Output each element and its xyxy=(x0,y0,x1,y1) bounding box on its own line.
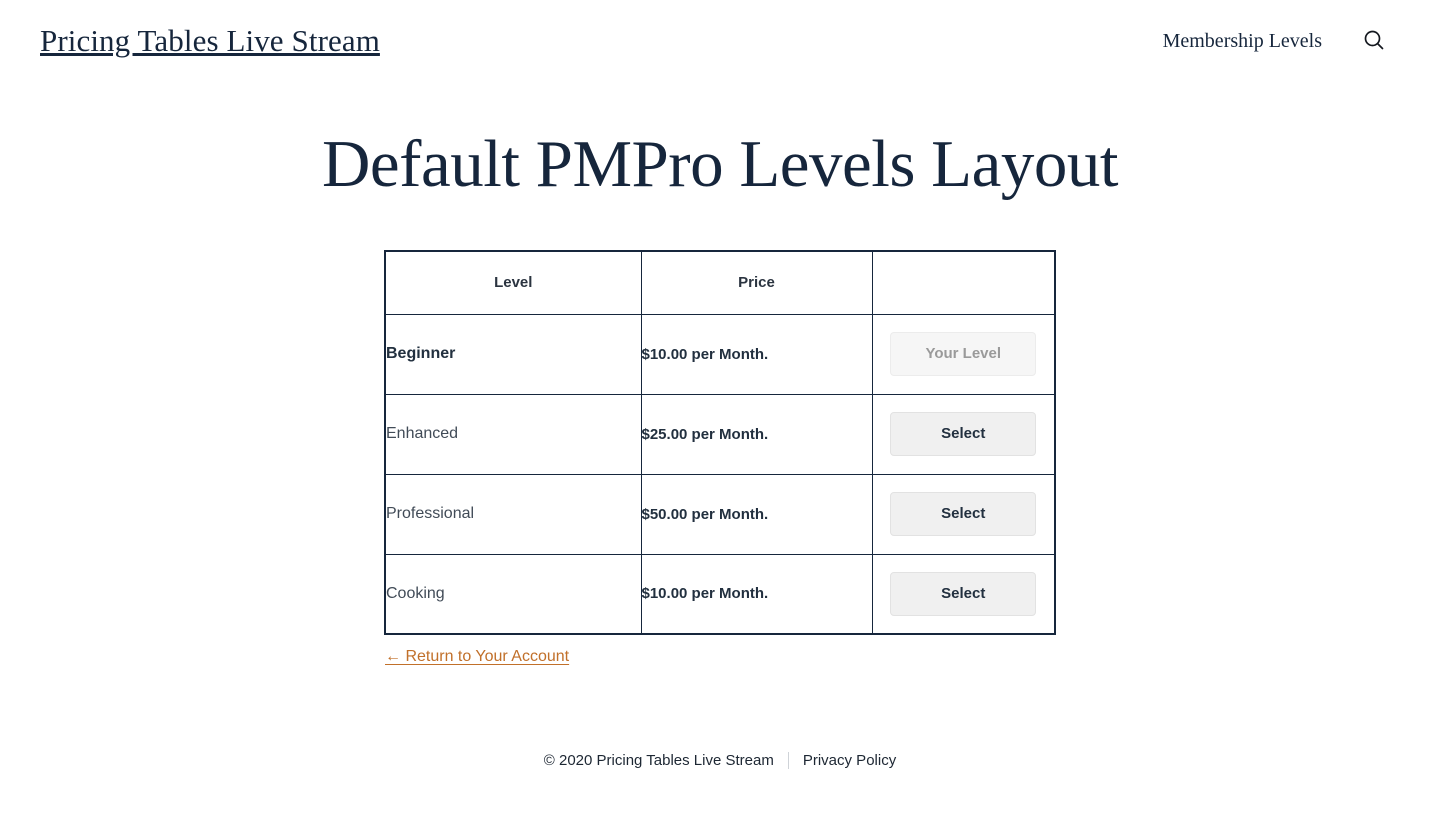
table-body: Beginner $10.00 per Month. Your Level En… xyxy=(384,313,1056,635)
table-header: Level Price xyxy=(384,250,1056,315)
column-header-action xyxy=(871,250,1056,315)
membership-levels-section: Level Price Beginner $10.00 per Month. Y… xyxy=(384,250,1056,666)
page-title: Default PMPro Levels Layout xyxy=(322,127,1118,201)
return-to-account-link[interactable]: ← Return to Your Account xyxy=(385,648,569,666)
table-row: Enhanced $25.00 per Month. Select xyxy=(384,393,1056,475)
search-button[interactable] xyxy=(1360,27,1388,55)
select-level-button[interactable]: Select xyxy=(890,492,1037,536)
select-level-button[interactable]: Select xyxy=(890,412,1037,456)
cell-action: Select xyxy=(871,393,1056,475)
footer-link-privacy-policy[interactable]: Privacy Policy xyxy=(803,752,896,769)
cell-price: $10.00 per Month. xyxy=(640,313,873,395)
table-row: Cooking $10.00 per Month. Select xyxy=(384,553,1056,635)
cell-level: Cooking xyxy=(384,553,642,635)
cell-price: $50.00 per Month. xyxy=(640,473,873,555)
site-header: Pricing Tables Live Stream Membership Le… xyxy=(0,0,1440,82)
column-header-price: Price xyxy=(640,250,873,315)
table-header-row: Level Price xyxy=(384,250,1056,315)
table-row: Professional $50.00 per Month. Select xyxy=(384,473,1056,555)
site-footer: © 2020 Pricing Tables Live Stream Privac… xyxy=(0,752,1440,769)
your-level-button: Your Level xyxy=(890,332,1037,376)
cell-action: Select xyxy=(871,473,1056,555)
cell-price: $10.00 per Month. xyxy=(640,553,873,635)
cell-action: Your Level xyxy=(871,313,1056,395)
site-title[interactable]: Pricing Tables Live Stream xyxy=(40,23,380,59)
table-row: Beginner $10.00 per Month. Your Level xyxy=(384,313,1056,395)
cell-action: Select xyxy=(871,553,1056,635)
nav-link-membership-levels[interactable]: Membership Levels xyxy=(1163,30,1322,53)
membership-levels-table: Level Price Beginner $10.00 per Month. Y… xyxy=(384,250,1056,635)
select-level-button[interactable]: Select xyxy=(890,571,1037,616)
header-nav: Membership Levels xyxy=(1163,27,1400,55)
column-header-level: Level xyxy=(384,250,642,315)
footer-divider xyxy=(787,752,789,769)
cell-price: $25.00 per Month. xyxy=(640,393,873,475)
footer-copyright: © 2020 Pricing Tables Live Stream xyxy=(543,752,774,769)
cell-level: Enhanced xyxy=(384,393,642,475)
cell-level: Beginner xyxy=(384,313,642,395)
search-icon xyxy=(1362,28,1386,55)
cell-level: Professional xyxy=(384,473,642,555)
